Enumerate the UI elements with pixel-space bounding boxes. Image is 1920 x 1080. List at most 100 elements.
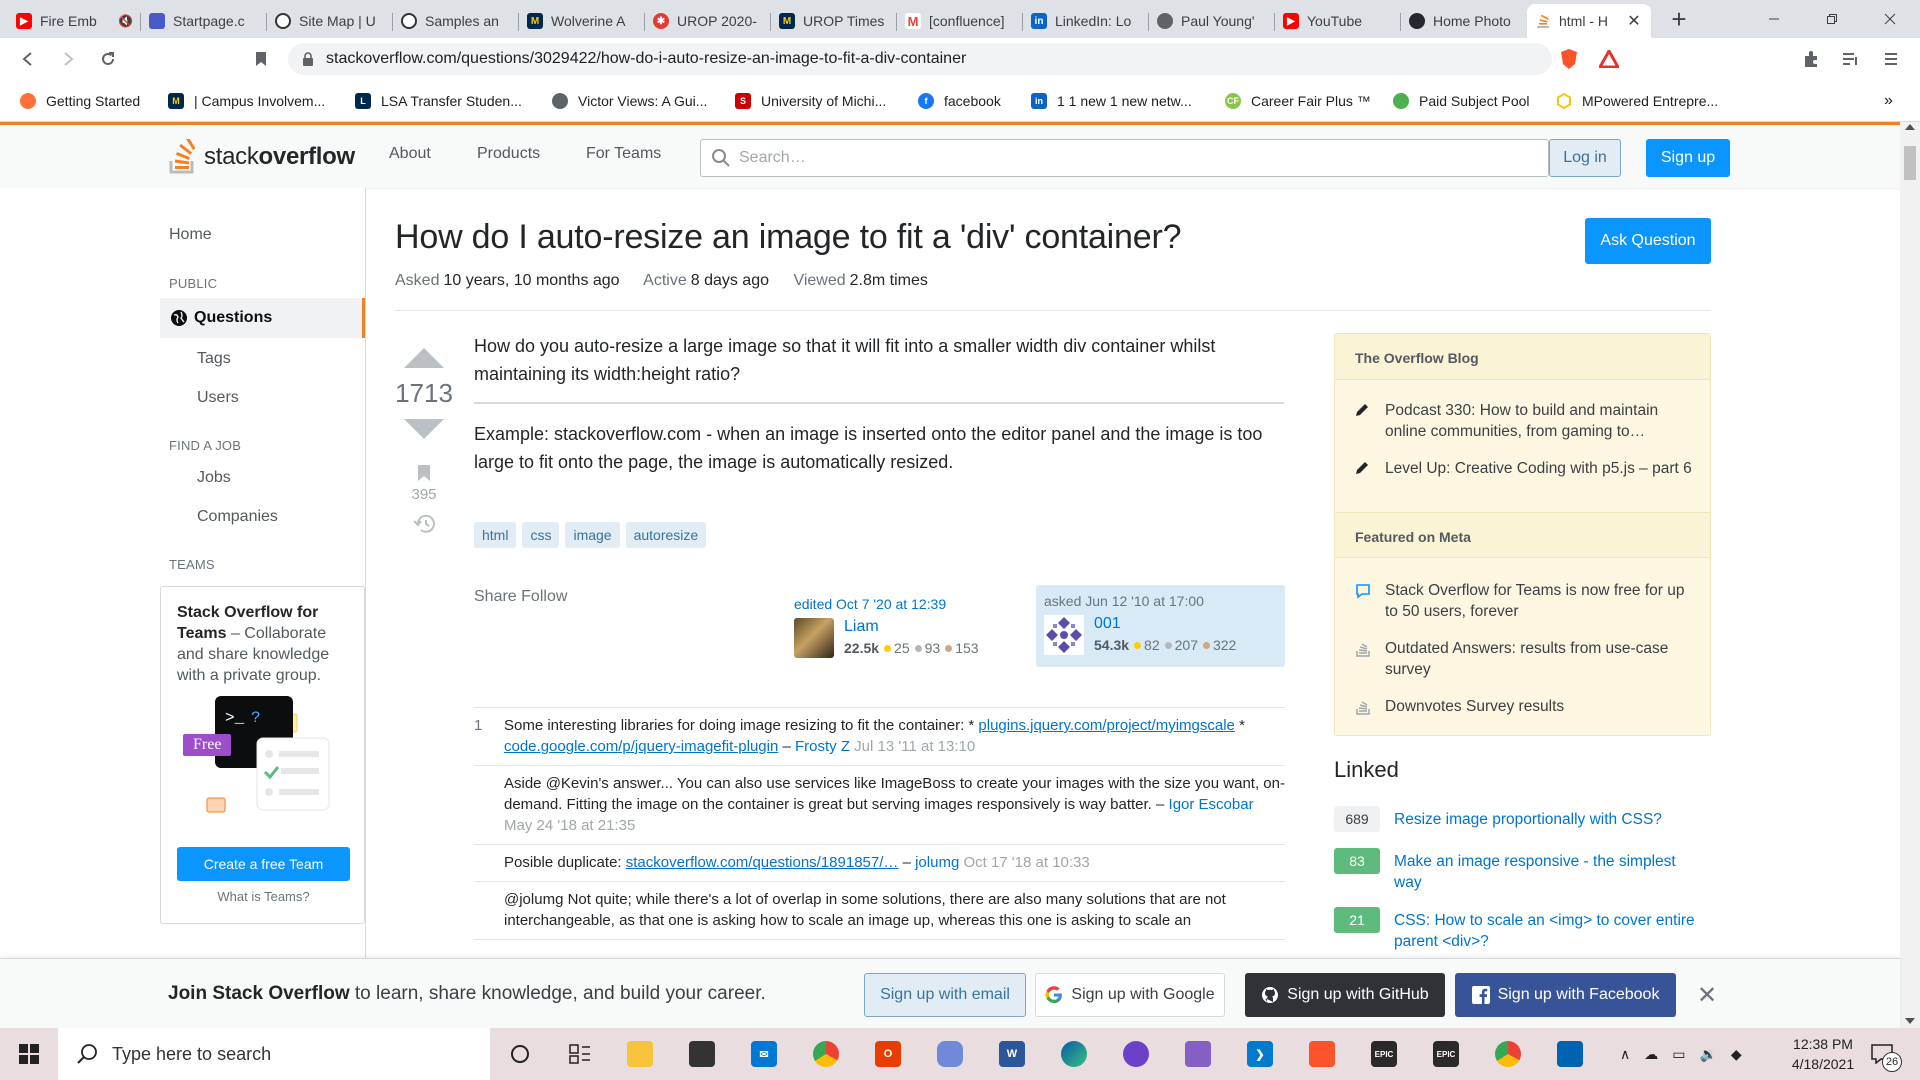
bookmark-item[interactable]: Getting Started: [20, 90, 140, 112]
sidebar-item-questions[interactable]: Questions: [160, 298, 365, 338]
epic-games-icon[interactable]: EPIC: [1366, 1036, 1402, 1072]
media-queue-icon[interactable]: [1837, 45, 1865, 73]
browser-tab[interactable]: ▶ YouTube: [1275, 4, 1401, 38]
login-button[interactable]: Log in: [1549, 139, 1621, 177]
bookmark-item[interactable]: f facebook: [918, 90, 1001, 112]
comment-date[interactable]: Jul 13 '11 at 13:10: [850, 738, 975, 755]
address-bar[interactable]: stackoverflow.com/questions/3029422/how-…: [288, 43, 1552, 75]
browser-tab[interactable]: M Wolverine A: [519, 4, 645, 38]
volume-icon[interactable]: 🔉: [1699, 1046, 1716, 1063]
bookmark-icon[interactable]: [417, 464, 431, 482]
comment-author[interactable]: Frosty Z: [795, 738, 850, 755]
sidebar-item-jobs[interactable]: Jobs: [197, 469, 231, 487]
browser-tab[interactable]: M UROP Times: [771, 4, 897, 38]
sidebar-item-home[interactable]: Home: [169, 226, 212, 244]
so-logo[interactable]: stackoverflow: [168, 139, 355, 175]
back-button[interactable]: [14, 45, 42, 73]
bookmark-item[interactable]: CF Career Fair Plus ™: [1225, 90, 1371, 112]
discord-icon[interactable]: [932, 1036, 968, 1072]
edge-icon[interactable]: [1056, 1036, 1092, 1072]
word-icon[interactable]: W: [994, 1036, 1030, 1072]
store-icon[interactable]: [684, 1036, 720, 1072]
extensions-icon[interactable]: [1797, 45, 1825, 73]
brave-browser-icon[interactable]: [1304, 1036, 1340, 1072]
search-input[interactable]: Search…: [700, 139, 1549, 177]
tag-html[interactable]: html: [474, 522, 517, 548]
bookmark-page-icon[interactable]: [247, 45, 275, 73]
visual-studio-icon[interactable]: [1180, 1036, 1216, 1072]
browser-menu-icon[interactable]: [1877, 45, 1905, 73]
cortana-icon[interactable]: [502, 1036, 538, 1072]
browser-tab[interactable]: M [confluence]: [897, 4, 1023, 38]
browser-tab[interactable]: Paul Young': [1149, 4, 1275, 38]
meta-item[interactable]: Stack Overflow for Teams is now free for…: [1355, 580, 1695, 622]
taskbar-search-input[interactable]: Type here to search: [58, 1028, 490, 1080]
downvote-arrow-icon[interactable]: [404, 419, 444, 439]
comment-link[interactable]: code.google.com/p/jquery-imagefit-plugin: [504, 738, 778, 755]
github-desktop-icon[interactable]: [1118, 1036, 1154, 1072]
signup-button[interactable]: Sign up: [1646, 139, 1730, 177]
comment-link[interactable]: stackoverflow.com/questions/1891857/…: [626, 854, 899, 871]
nav-for-teams[interactable]: For Teams: [586, 145, 661, 163]
create-free-team-button[interactable]: Create a free Team: [177, 847, 350, 881]
speaker-muted-icon[interactable]: 🔇: [118, 14, 133, 28]
taskbar-clock[interactable]: 12:38 PM 4/18/2021: [1768, 1034, 1878, 1074]
comment-date[interactable]: Oct 17 '18 at 10:33: [959, 854, 1089, 871]
page-scrollbar[interactable]: [1900, 122, 1920, 1028]
blog-item[interactable]: Level Up: Creative Coding with p5.js – p…: [1355, 458, 1695, 479]
linked-question[interactable]: 21 CSS: How to scale an <img> to cover en…: [1334, 907, 1711, 952]
what-is-teams-link[interactable]: What is Teams?: [161, 889, 366, 904]
bookmark-item[interactable]: L LSA Transfer Studen...: [355, 90, 522, 112]
meta-item[interactable]: Outdated Answers: results from use-case …: [1355, 638, 1695, 680]
browser-tab[interactable]: Home Photo: [1401, 4, 1527, 38]
battery-icon[interactable]: ▭: [1672, 1046, 1685, 1063]
bookmark-item[interactable]: M | Campus Involvem...: [168, 90, 325, 112]
nav-about[interactable]: About: [389, 145, 431, 163]
edited-timestamp[interactable]: edited Oct 7 '20 at 12:39: [794, 596, 946, 612]
more-bookmarks-icon[interactable]: »: [1884, 90, 1893, 112]
browser-tab[interactable]: Site Map | U: [267, 4, 393, 38]
chrome-icon[interactable]: [1490, 1036, 1526, 1072]
browser-tab[interactable]: in LinkedIn: Lo: [1023, 4, 1149, 38]
tag-css[interactable]: css: [522, 522, 560, 548]
brave-rewards-icon[interactable]: [1595, 45, 1623, 73]
follow-link[interactable]: Follow: [521, 588, 567, 605]
browser-tab-active[interactable]: html - H ✕: [1527, 4, 1651, 38]
forward-button[interactable]: [54, 45, 82, 73]
question-title[interactable]: How do I auto-resize an image to fit a '…: [395, 218, 1181, 257]
dropbox-icon[interactable]: ◆: [1731, 1046, 1742, 1063]
windows-start-button[interactable]: [0, 1028, 58, 1080]
linked-question[interactable]: 689 Resize image proportionally with CSS?: [1334, 806, 1711, 832]
minimize-window-button[interactable]: [1745, 0, 1803, 38]
ask-question-button[interactable]: Ask Question: [1585, 218, 1711, 264]
asker-username[interactable]: 001: [1094, 615, 1121, 633]
sidebar-item-users[interactable]: Users: [197, 389, 239, 407]
active-value[interactable]: 8 days ago: [691, 272, 769, 289]
avatar[interactable]: [1044, 615, 1084, 655]
linked-question[interactable]: 83 Make an image responsive - the simples…: [1334, 848, 1711, 893]
close-window-button[interactable]: [1861, 0, 1919, 38]
browser-tab[interactable]: Samples an: [393, 4, 519, 38]
mail-icon[interactable]: ✉: [746, 1036, 782, 1072]
close-tab-icon[interactable]: ✕: [1625, 11, 1643, 31]
upvote-arrow-icon[interactable]: [404, 348, 444, 368]
signup-email-button[interactable]: Sign up with email: [864, 973, 1026, 1017]
office-icon[interactable]: O: [870, 1036, 906, 1072]
avatar[interactable]: [794, 618, 834, 658]
bookmark-item[interactable]: MPowered Entrepre...: [1556, 90, 1718, 112]
chrome-icon[interactable]: [808, 1036, 844, 1072]
comment-date[interactable]: May 24 '18 at 21:35: [504, 817, 635, 834]
file-explorer-icon[interactable]: [622, 1036, 658, 1072]
sidebar-item-companies[interactable]: Companies: [197, 508, 278, 526]
meta-item[interactable]: Downvotes Survey results: [1355, 696, 1695, 717]
vscode-icon[interactable]: ❯: [1242, 1036, 1278, 1072]
reload-button[interactable]: [94, 45, 122, 73]
maximize-window-button[interactable]: [1803, 0, 1861, 38]
comment-author[interactable]: jolumg: [915, 854, 959, 871]
comment-link[interactable]: plugins.jquery.com/project/myimgscale: [978, 717, 1235, 734]
photos-icon[interactable]: [1552, 1036, 1588, 1072]
blog-item[interactable]: Podcast 330: How to build and maintain o…: [1355, 400, 1695, 442]
chevron-up-icon[interactable]: ∧: [1620, 1046, 1630, 1063]
brave-shield-icon[interactable]: [1555, 45, 1583, 73]
comment-author[interactable]: Igor Escobar: [1169, 796, 1254, 813]
